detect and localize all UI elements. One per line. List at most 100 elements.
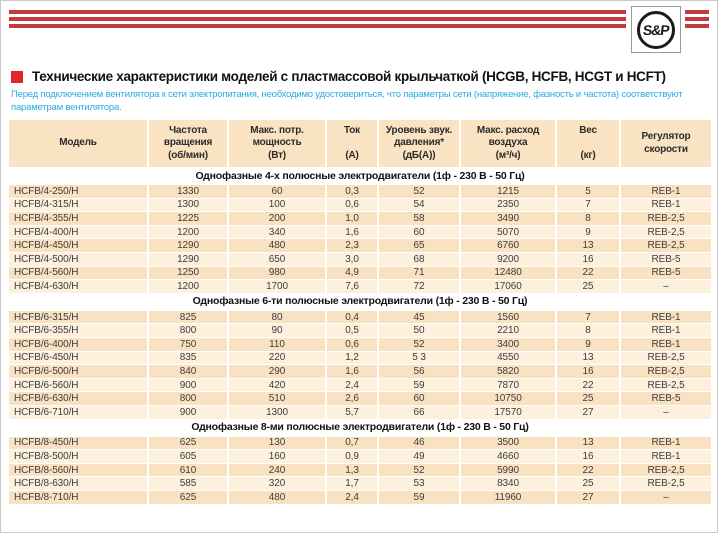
value-cell: 7 <box>557 310 621 324</box>
value-cell: 60 <box>379 225 461 239</box>
value-cell: 5990 <box>461 463 557 477</box>
value-cell: 1,6 <box>327 364 379 378</box>
value-cell: 130 <box>229 436 327 450</box>
value-cell: 68 <box>379 252 461 266</box>
sp-logo-text: S&P <box>642 22 669 38</box>
table-row: HCFB/8-560/H6102401,352599022REB-2,5 <box>9 463 711 477</box>
value-cell: 1,7 <box>327 476 379 490</box>
value-cell: 25 <box>557 279 621 293</box>
value-cell: 835 <box>149 351 229 365</box>
value-cell: 22 <box>557 463 621 477</box>
value-cell: REB-5 <box>621 391 711 405</box>
value-cell: 290 <box>229 364 327 378</box>
value-cell: 1290 <box>149 238 229 252</box>
table-row: HCFB/6-560/H9004202,459787022REB-2,5 <box>9 378 711 392</box>
value-cell: 60 <box>379 391 461 405</box>
value-cell: 2,6 <box>327 391 379 405</box>
model-cell: HCFB/6-710/H <box>9 405 149 419</box>
spec-table: МодельЧастота вращения (об/мин)Макс. пот… <box>9 120 711 503</box>
model-cell: HCFB/6-450/H <box>9 351 149 365</box>
table-header-row: МодельЧастота вращения (об/мин)Макс. пот… <box>9 120 711 167</box>
value-cell: 0,6 <box>327 198 379 212</box>
model-cell: HCFB/8-500/H <box>9 449 149 463</box>
value-cell: – <box>621 279 711 293</box>
value-cell: 7 <box>557 198 621 212</box>
value-cell: REB-2,5 <box>621 211 711 225</box>
value-cell: 480 <box>229 490 327 504</box>
value-cell: 420 <box>229 378 327 392</box>
value-cell: 2,3 <box>327 238 379 252</box>
value-cell: 510 <box>229 391 327 405</box>
sp-logo-circle: S&P <box>637 11 675 49</box>
value-cell: 3500 <box>461 436 557 450</box>
value-cell: 71 <box>379 266 461 280</box>
value-cell: 5 3 <box>379 351 461 365</box>
value-cell: 625 <box>149 490 229 504</box>
col-header-noise: Уровень звук. давления* (дБ(А)) <box>379 120 461 167</box>
catalog-page: S&P Технические характеристики моделей с… <box>0 0 718 533</box>
value-cell: 16 <box>557 364 621 378</box>
value-cell: 0,5 <box>327 323 379 337</box>
value-cell: 825 <box>149 310 229 324</box>
value-cell: 90 <box>229 323 327 337</box>
table-row: HCFB/8-500/H6051600,949466016REB-1 <box>9 449 711 463</box>
red-stripes-left <box>9 6 626 31</box>
value-cell: 1,3 <box>327 463 379 477</box>
value-cell: 0,7 <box>327 436 379 450</box>
value-cell: 4550 <box>461 351 557 365</box>
table-row: HCFB/6-355/H800900,55022108REB-1 <box>9 323 711 337</box>
value-cell: 60 <box>229 184 327 198</box>
value-cell: 53 <box>379 476 461 490</box>
col-header-model: Модель <box>9 120 149 167</box>
value-cell: 17060 <box>461 279 557 293</box>
value-cell: 3400 <box>461 337 557 351</box>
value-cell: REB-1 <box>621 184 711 198</box>
value-cell: 9 <box>557 337 621 351</box>
value-cell: 9200 <box>461 252 557 266</box>
value-cell: 46 <box>379 436 461 450</box>
col-header-speed: Частота вращения (об/мин) <box>149 120 229 167</box>
table-row: HCFB/4-630/H120017007,6721706025– <box>9 279 711 293</box>
model-cell: HCFB/4-355/H <box>9 211 149 225</box>
red-stripes-right <box>685 6 709 31</box>
value-cell: 25 <box>557 391 621 405</box>
value-cell: 2,4 <box>327 490 379 504</box>
value-cell: 10750 <box>461 391 557 405</box>
value-cell: 1300 <box>229 405 327 419</box>
value-cell: 480 <box>229 238 327 252</box>
table-row: HCFB/4-500/H12906503,068920016REB-5 <box>9 252 711 266</box>
value-cell: 52 <box>379 337 461 351</box>
value-cell: 8 <box>557 323 621 337</box>
table-row: HCFB/4-450/H12904802,365676013REB-2,5 <box>9 238 711 252</box>
section-header-label: Однофазные 6-ти полюсные электродвигател… <box>9 293 711 310</box>
red-square-bullet-icon <box>11 71 23 83</box>
value-cell: REB-1 <box>621 449 711 463</box>
section-header-row: Однофазные 6-ти полюсные электродвигател… <box>9 293 711 310</box>
value-cell: 5,7 <box>327 405 379 419</box>
col-header-controller: Регулятор скорости <box>621 120 711 167</box>
value-cell: 220 <box>229 351 327 365</box>
section-header-row: Однофазные 8-ми полюсные электродвигател… <box>9 419 711 436</box>
value-cell: 625 <box>149 436 229 450</box>
table-row: HCFB/6-315/H825800,44515607REB-1 <box>9 310 711 324</box>
value-cell: 1,2 <box>327 351 379 365</box>
model-cell: HCFB/4-315/H <box>9 198 149 212</box>
model-cell: HCFB/6-630/H <box>9 391 149 405</box>
top-decoration: S&P <box>9 6 709 58</box>
value-cell: REB-1 <box>621 436 711 450</box>
value-cell: 1200 <box>149 279 229 293</box>
model-cell: HCFB/4-250/H <box>9 184 149 198</box>
value-cell: 0,4 <box>327 310 379 324</box>
value-cell: 110 <box>229 337 327 351</box>
value-cell: 980 <box>229 266 327 280</box>
model-cell: HCFB/4-630/H <box>9 279 149 293</box>
value-cell: 0,6 <box>327 337 379 351</box>
value-cell: 320 <box>229 476 327 490</box>
value-cell: 0,3 <box>327 184 379 198</box>
value-cell: 8 <box>557 211 621 225</box>
value-cell: 7,6 <box>327 279 379 293</box>
section-header-row: Однофазные 4-х полюсные электродвигатели… <box>9 167 711 184</box>
value-cell: 4,9 <box>327 266 379 280</box>
value-cell: 16 <box>557 252 621 266</box>
value-cell: 52 <box>379 463 461 477</box>
